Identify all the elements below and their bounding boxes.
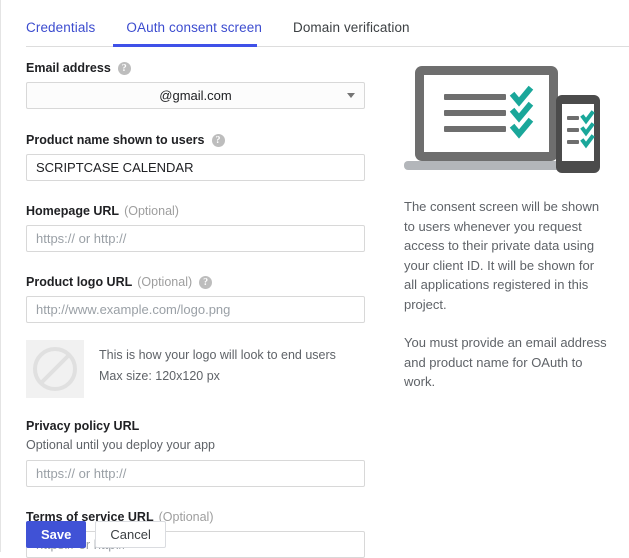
homepage-url-label-text: Homepage URL — [26, 204, 120, 218]
tab-domain-verification[interactable]: Domain verification — [293, 20, 410, 36]
label-privacy-policy-url: Privacy policy URL — [26, 418, 366, 434]
field-product-name: Product name shown to users ? — [26, 132, 366, 181]
save-button[interactable]: Save — [26, 521, 87, 548]
help-icon[interactable]: ? — [199, 275, 213, 289]
laptop-and-phone-checklist-icon — [404, 62, 609, 179]
product-name-label-text: Product name shown to users — [26, 133, 205, 147]
product-logo-url-input[interactable] — [26, 296, 365, 323]
no-image-icon — [26, 340, 84, 398]
field-privacy-policy-url: Privacy policy URL Optional until you de… — [26, 418, 366, 487]
homepage-url-input[interactable] — [26, 225, 365, 252]
label-homepage-url: Homepage URL (Optional) — [26, 203, 366, 219]
logo-preview: This is how your logo will look to end u… — [26, 340, 366, 398]
tab-bar: Credentials OAuth consent screen Domain … — [1, 0, 629, 48]
tab-oauth-consent-screen[interactable]: OAuth consent screen — [126, 20, 262, 36]
email-address-label-text: Email address — [26, 61, 111, 75]
consent-screen-form: Email address ? @gmail.com Product name … — [26, 60, 366, 558]
tab-credentials[interactable]: Credentials — [26, 20, 95, 36]
cancel-button[interactable]: Cancel — [95, 521, 166, 548]
email-address-select[interactable]: @gmail.com — [26, 82, 365, 109]
logo-preview-line1: This is how your logo will look to end u… — [99, 348, 336, 362]
label-product-logo-url: Product logo URL (Optional) ? — [26, 274, 366, 290]
info-paragraph-2: You must provide an email address and pr… — [404, 335, 607, 389]
help-icon[interactable]: ? — [117, 61, 131, 75]
terms-of-service-url-optional-text: (Optional) — [158, 510, 214, 524]
email-address-value: @gmail.com — [159, 88, 232, 103]
product-logo-url-optional-text: (Optional) — [137, 275, 193, 289]
privacy-policy-url-sublabel: Optional until you deploy your app — [26, 438, 216, 452]
logo-preview-line2: Max size: 120x120 px — [99, 369, 220, 383]
email-address-select-wrap: @gmail.com — [26, 82, 365, 109]
help-icon[interactable]: ? — [211, 133, 225, 147]
info-panel: The consent screen will be shown to user… — [404, 62, 609, 411]
homepage-url-optional-text: (Optional) — [124, 204, 179, 218]
label-product-name: Product name shown to users ? — [26, 132, 366, 148]
field-homepage-url: Homepage URL (Optional) — [26, 203, 366, 252]
info-paragraph-1: The consent screen will be shown to user… — [404, 199, 600, 312]
field-email-address: Email address ? @gmail.com — [26, 60, 366, 109]
tab-active-underline — [113, 44, 257, 47]
form-actions: Save Cancel — [26, 521, 166, 548]
field-product-logo-url: Product logo URL (Optional) ? — [26, 274, 366, 323]
product-name-input[interactable] — [26, 154, 365, 181]
privacy-policy-url-label-text: Privacy policy URL — [26, 419, 140, 433]
logo-preview-note: This is how your logo will look to end u… — [99, 340, 336, 387]
label-email-address: Email address ? — [26, 60, 366, 76]
tabs-row: Credentials OAuth consent screen Domain … — [26, 20, 441, 36]
oauth-consent-screen-page: Credentials OAuth consent screen Domain … — [0, 0, 629, 558]
privacy-policy-url-input[interactable] — [26, 460, 365, 487]
product-logo-url-label-text: Product logo URL — [26, 275, 133, 289]
